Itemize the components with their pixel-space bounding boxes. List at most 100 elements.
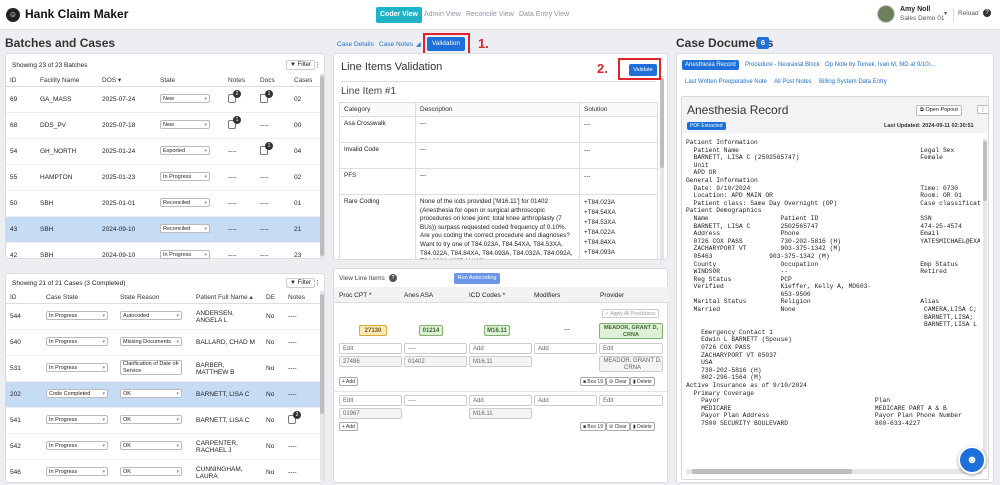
batch-state-select[interactable]: In Progress [160,172,210,181]
predicted-cpt[interactable]: 27130 [359,325,387,336]
state-reason-select[interactable]: OK [120,415,182,424]
batch-state-select[interactable]: New [160,94,210,103]
predicted-icd[interactable]: M16.11 [484,325,510,336]
document-icon[interactable]: 1 [260,90,273,103]
chevron-down-icon[interactable]: ▾ [944,10,947,17]
batches-more-icon[interactable]: ⋮ [314,61,321,69]
col-case-id[interactable]: ID [6,291,42,304]
predicted-provider[interactable]: MEADOR, GRANT D, CRNA [599,323,663,339]
reload-button[interactable]: Reload [958,10,979,17]
col-case-notes[interactable]: Notes [284,291,320,304]
provider-value[interactable]: MEADOR, GRANT D, CRNA [599,356,663,372]
batch-row[interactable]: 50SBH2025-01-01Reconciled--------01 [6,190,320,217]
help-icon[interactable]: ? [389,274,397,282]
col-patient-name[interactable]: Patient Full Name ▴ [192,291,262,304]
run-autocoding-button[interactable]: Run Autocoding [454,273,500,284]
asa-value[interactable]: 01402 [404,356,467,367]
note-icon[interactable]: 2 [228,90,241,103]
doc-tab-anesthesia-record[interactable]: Anesthesia Record [682,60,739,70]
batch-state-select[interactable]: New [160,120,210,129]
asa-input[interactable]: ---- [404,343,467,354]
batch-state-select[interactable]: Reconciled [160,224,210,233]
case-row[interactable]: 531 In Progress Clarification of Date of S… [6,355,320,382]
batch-row[interactable]: 54GH_NORTH2025-01-24 Exported ---- 1 04 [6,138,320,165]
case-state-select[interactable]: In Progress [46,337,108,346]
doc-tab-billing-entry[interactable]: Billing System Data Entry [819,79,887,85]
doc-tab-neuraxial-block[interactable]: Procedure - Neuraxial Block [745,62,820,68]
case-row[interactable]: 546 In Progress OK CUNNINGHAM, LAURANo---- [6,459,320,485]
delete-button-2[interactable]: ▮ Delete [630,422,655,431]
validation-solution[interactable]: --- [579,142,658,169]
doc-tab-post-notes[interactable]: All Post Notes [774,79,812,85]
col-notes[interactable]: Notes [224,74,256,87]
batch-state-select[interactable]: In Progress [160,250,210,259]
nav-reconcile-view[interactable]: Reconcile View [462,7,518,23]
doc-tab-preoperative-note[interactable]: Last Written Preoperative Note [685,79,767,85]
box19-button[interactable]: ■ Box 19 [580,377,606,386]
clear-button[interactable]: ⊘ Clear [606,377,630,386]
add-line-button-2[interactable]: + Add [339,422,358,431]
batch-row[interactable]: 68DDS_PV2025-07-18 New 1 ----00 [6,112,320,139]
note-icon[interactable]: 1 [228,116,241,129]
case-row[interactable]: 540 In Progress Missing Documents BALLARD, … [6,329,320,356]
validation-solution[interactable]: --- [579,116,658,143]
icd-add-input[interactable]: Add [469,343,532,354]
case-state-select[interactable]: In Progress [46,467,108,476]
tab-case-notes[interactable]: Case Notes [379,41,413,48]
batch-state-select[interactable]: Exported [160,146,210,155]
note-icon[interactable]: 2 [288,411,301,424]
state-reason-select[interactable]: Clarification of Date of Service [120,360,182,375]
state-reason-select[interactable]: Missing Documents [120,337,182,346]
nav-admin-view[interactable]: Admin View [420,7,465,23]
case-state-select[interactable]: In Progress [46,363,108,372]
col-dos[interactable]: DOS ▾ [98,74,156,87]
validation-solution[interactable]: --- [579,168,658,195]
col-de[interactable]: DE [262,291,284,304]
provider-edit-input[interactable]: Edit [599,343,663,354]
case-row[interactable]: 542 In Progress OK CARPENTER, RACHAEL JNo--… [6,433,320,460]
cases-filter-button[interactable]: ▼ Filter [286,278,315,288]
cpt-edit-input[interactable]: Edit [339,343,402,354]
provider-edit-input-2[interactable]: Edit [599,395,663,406]
open-popout-button[interactable]: ⧉ Open Popout [916,105,962,116]
icd-add-input-2[interactable]: Add [469,395,532,406]
cases-more-icon[interactable]: ⋮ [314,279,321,287]
state-reason-select[interactable]: OK [120,389,182,398]
delete-button[interactable]: ▮ Delete [630,377,655,386]
col-docs[interactable]: Docs [256,74,290,87]
batch-row[interactable]: 55HAMPTON2025-01-23In Progress--------02 [6,164,320,191]
col-state[interactable]: State [156,74,224,87]
document-icon[interactable]: 1 [260,142,273,155]
col-case-state[interactable]: Case State [42,291,116,304]
state-reason-select[interactable]: OK [120,441,182,450]
assistant-bot-icon[interactable]: ☻ [958,446,986,474]
modifier-add-input[interactable]: Add [534,343,597,354]
apply-all-predictions-button[interactable]: ✓ Apply All Predictions [602,309,659,318]
col-state-reason[interactable]: State Reason [116,291,192,304]
help-icon[interactable]: ? [983,9,991,17]
batch-row[interactable]: 42SBH2024-09-10In Progress--------23 [6,242,320,269]
icd-value[interactable]: M16.11 [469,356,532,367]
col-cases[interactable]: Cases [290,74,320,87]
col-facility[interactable]: Facility Name [36,74,98,87]
batch-row[interactable]: 69GA_MASS2025-07-24 New 2 1 02 [6,86,320,113]
predicted-asa[interactable]: 01214 [419,325,443,336]
batch-state-select[interactable]: Reconciled [160,198,210,207]
avatar[interactable] [877,5,895,23]
asa-value-2[interactable]: 01967 [339,408,402,419]
case-row[interactable]: 202 Code Completed OK BARNETT, LISA CNo---- [6,381,320,408]
validation-solution[interactable]: +T84.023A +T84.54XA +T84.53XA +T84.022A … [579,194,658,259]
cpt-edit-input-2[interactable]: Edit [339,395,402,406]
tab-case-details[interactable]: Case Details [337,41,374,48]
add-line-button[interactable]: + Add [339,377,358,386]
box19-button-2[interactable]: ■ Box 19 [580,422,606,431]
nav-data-entry-view[interactable]: Data Entry View [515,7,573,23]
icd-value-2[interactable]: M16.11 [469,408,532,419]
case-state-select[interactable]: In Progress [46,441,108,450]
batch-row[interactable]: 43SBH2024-09-10Reconciled--------21 [6,216,320,243]
doc-tab-op-note[interactable]: Op Note by Tomek, Ivan M, MD at 9/10/... [825,62,935,68]
nav-coder-view[interactable]: Coder View [376,7,422,23]
case-row[interactable]: 541 In Progress OK BARNETT, LISA CNo 2 [6,407,320,434]
case-state-select[interactable]: In Progress [46,311,108,320]
case-row[interactable]: 544 In Progress Autocoded ANDERSEN, ANGELA … [6,303,320,330]
